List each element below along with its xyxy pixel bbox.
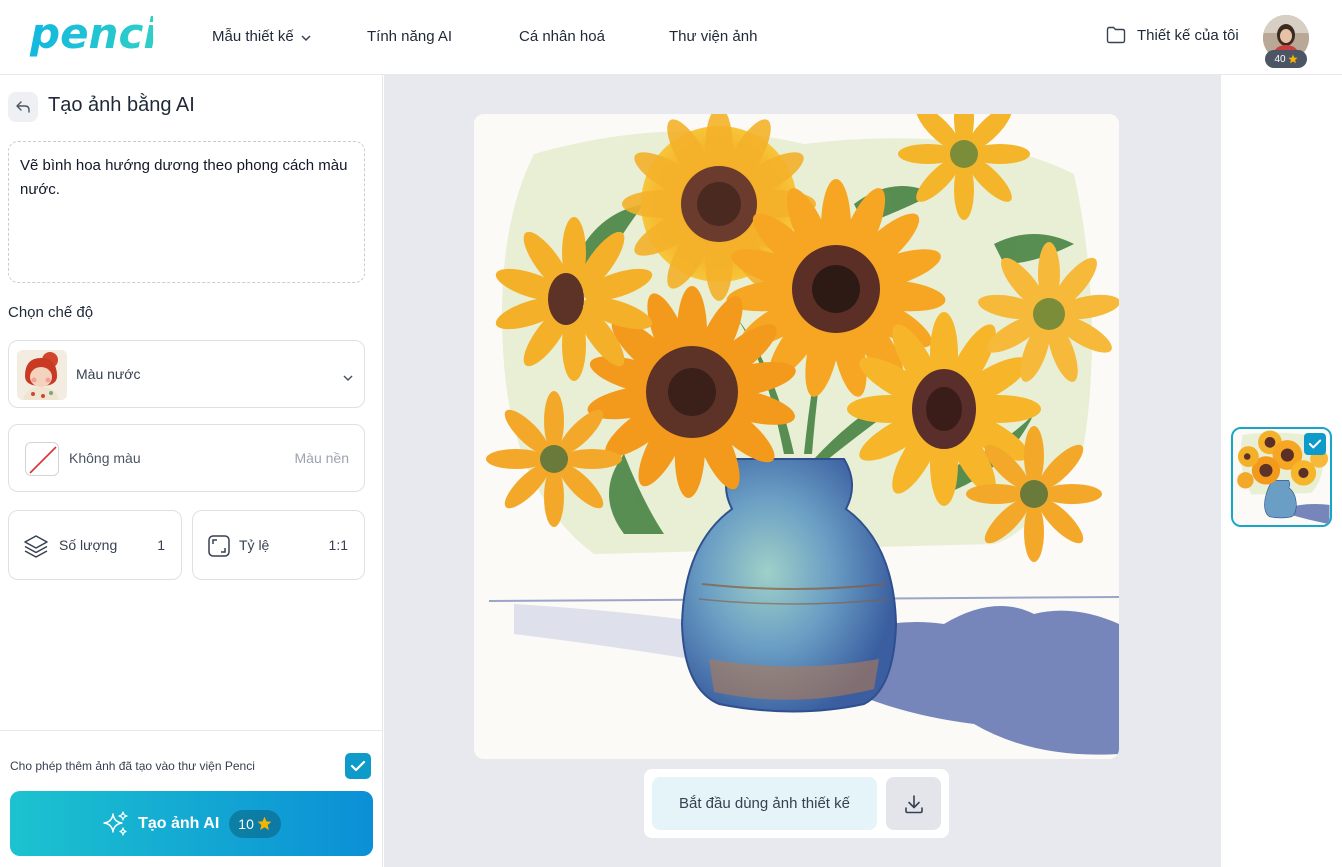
sunflower-watercolor-artwork — [474, 114, 1119, 759]
generated-image[interactable] — [474, 114, 1119, 759]
logo-wordmark: penci — [29, 10, 153, 58]
my-designs-label: Thiết kế của tôi — [1137, 26, 1239, 44]
style-select[interactable]: Màu nước — [8, 340, 365, 408]
aspect-ratio-selector[interactable]: Tỷ lệ 1:1 — [192, 510, 365, 580]
nav-ai-features[interactable]: Tính năng AI — [367, 28, 452, 45]
ratio-value: 1:1 — [328, 537, 348, 553]
back-arrow-icon — [16, 101, 30, 113]
nav-templates[interactable]: Mẫu thiết kế — [212, 28, 312, 46]
quantity-selector[interactable]: Số lượng 1 — [8, 510, 182, 580]
mode-label: Chọn chế độ — [8, 304, 94, 321]
my-designs-link[interactable]: Thiết kế của tôi — [1106, 26, 1239, 44]
top-header: penci Mẫu thiết kế Tính năng AI Cá nhân … — [0, 0, 1342, 75]
nav-photo-library[interactable]: Thư viện ảnh — [669, 28, 757, 45]
folder-icon — [1106, 26, 1126, 44]
panel-divider — [0, 730, 383, 731]
ratio-label: Tỷ lệ — [239, 537, 270, 553]
prompt-textarea[interactable]: Vẽ bình hoa hướng dương theo phong cách … — [8, 141, 365, 283]
check-icon — [350, 760, 366, 772]
no-color-icon — [25, 442, 59, 476]
allow-library-checkbox[interactable] — [345, 753, 371, 779]
star-icon — [257, 816, 272, 830]
selected-check-icon — [1304, 433, 1326, 455]
aspect-ratio-icon — [207, 534, 231, 563]
penci-logo[interactable]: penci — [28, 9, 158, 62]
star-icon — [1287, 54, 1298, 64]
credit-badge: 40 — [1265, 50, 1307, 68]
download-button[interactable] — [886, 777, 941, 830]
quantity-label: Số lượng — [59, 537, 118, 553]
generate-cost: 10 — [238, 815, 254, 832]
background-color-picker[interactable]: Không màu Màu nền — [8, 424, 365, 492]
color-label: Không màu — [69, 450, 141, 466]
image-action-bar: Bắt đầu dùng ảnh thiết kế — [644, 769, 949, 838]
style-selected-label: Màu nước — [76, 366, 141, 382]
preview-canvas: Bắt đầu dùng ảnh thiết kế — [384, 75, 1221, 867]
style-thumbnail — [17, 350, 67, 400]
credit-count: 40 — [1274, 53, 1286, 65]
chevron-down-icon — [300, 29, 312, 46]
generate-cost-badge: 10 — [229, 809, 281, 838]
generate-ai-image-button[interactable]: Tạo ảnh AI 10 — [10, 791, 373, 856]
sparkles-icon — [103, 810, 128, 836]
nav-templates-label: Mẫu thiết kế — [212, 28, 294, 45]
panel-title: Tạo ảnh bằng AI — [48, 94, 195, 116]
download-icon — [904, 794, 923, 813]
ai-generator-panel: Tạo ảnh bằng AI Vẽ bình hoa hướng dương … — [0, 75, 383, 867]
allow-library-label: Cho phép thêm ảnh đã tạo vào thư viện Pe… — [10, 759, 255, 773]
generated-thumbnails-rail — [1221, 75, 1342, 867]
nav-personalize[interactable]: Cá nhân hoá — [519, 28, 605, 45]
back-button[interactable] — [8, 92, 38, 122]
layers-icon — [23, 533, 49, 564]
quantity-value: 1 — [157, 537, 165, 553]
user-avatar[interactable]: 40 — [1263, 15, 1309, 68]
color-hint: Màu nền — [294, 450, 349, 466]
chevron-down-icon — [342, 369, 354, 387]
generated-thumbnail-selected[interactable] — [1231, 427, 1332, 527]
use-in-design-button[interactable]: Bắt đầu dùng ảnh thiết kế — [652, 777, 877, 830]
generate-label: Tạo ảnh AI — [138, 814, 220, 832]
